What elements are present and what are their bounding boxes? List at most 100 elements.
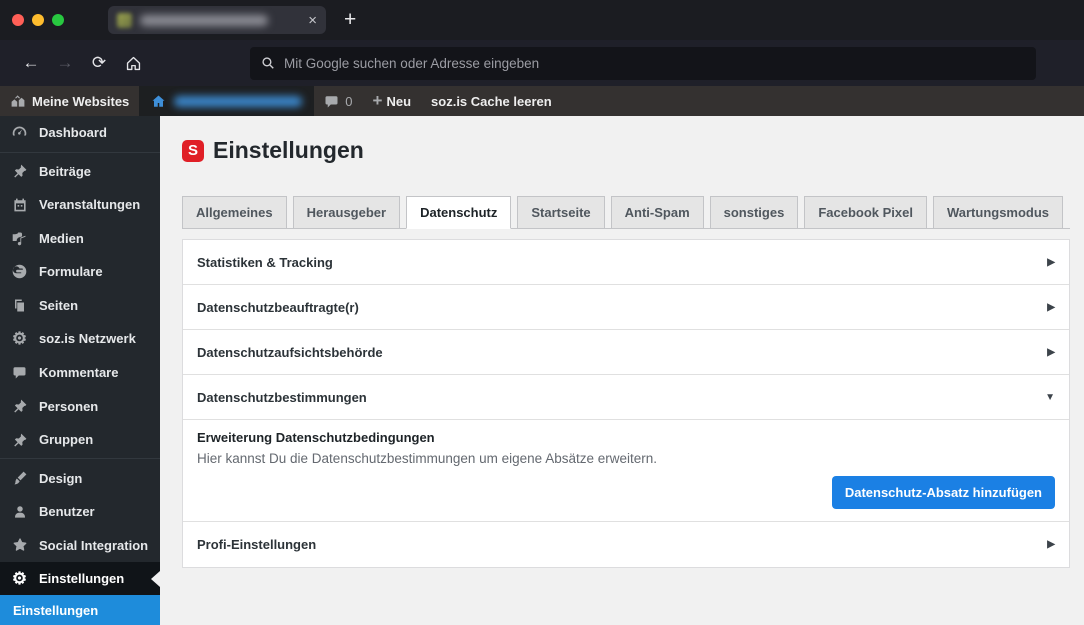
adminbar-comments[interactable]: 0 bbox=[314, 86, 362, 116]
home-icon[interactable] bbox=[116, 53, 150, 73]
sidebar-label: Einstellungen bbox=[39, 571, 124, 586]
tab-facebook-pixel[interactable]: Facebook Pixel bbox=[804, 196, 927, 229]
sidebar-item-seiten[interactable]: Seiten bbox=[0, 289, 160, 323]
sidebar-submenu-einstellungen[interactable]: Einstellungen bbox=[0, 595, 160, 625]
media-icon bbox=[9, 230, 30, 247]
tab-title-redacted bbox=[140, 15, 268, 26]
calendar-icon bbox=[9, 197, 30, 213]
sozis-logo-icon: S bbox=[182, 140, 204, 162]
workspace: Dashboard Beiträge Veranstaltungen Medie… bbox=[0, 116, 1084, 625]
pin-icon bbox=[9, 432, 30, 448]
close-window-button[interactable] bbox=[12, 14, 24, 26]
tab-allgemeines[interactable]: Allgemeines bbox=[182, 196, 287, 229]
panel-heading: Erweiterung Datenschutzbedingungen bbox=[197, 430, 1055, 445]
address-bar[interactable] bbox=[250, 47, 1036, 80]
reload-icon[interactable]: ⟳ bbox=[82, 53, 116, 73]
accordion-profi-einstellungen[interactable]: Profi-Einstellungen ▶ bbox=[183, 522, 1069, 567]
accordion-datenschutzaufsichtsbehoerde[interactable]: Datenschutzaufsichtsbehörde ▶ bbox=[183, 330, 1069, 375]
tab-sonstiges[interactable]: sonstiges bbox=[710, 196, 799, 229]
chevron-down-icon: ▼ bbox=[1045, 392, 1055, 403]
tab-datenschutz[interactable]: Datenschutz bbox=[406, 196, 511, 229]
page-title: Einstellungen bbox=[213, 137, 364, 164]
gear-icon: ⚙ bbox=[9, 330, 30, 347]
pin-icon bbox=[9, 163, 30, 179]
url-input[interactable] bbox=[284, 56, 1025, 71]
chevron-right-icon: ▶ bbox=[1047, 302, 1055, 313]
sidebar-separator bbox=[0, 458, 160, 459]
sidebar-label: Kommentare bbox=[39, 365, 118, 380]
tab-startseite[interactable]: Startseite bbox=[517, 196, 604, 229]
browser-titlebar: × + bbox=[0, 0, 1084, 40]
minimize-window-button[interactable] bbox=[32, 14, 44, 26]
chevron-right-icon: ▶ bbox=[1047, 257, 1055, 268]
section-title: Datenschutzbestimmungen bbox=[197, 390, 367, 405]
star-icon bbox=[9, 537, 30, 553]
my-sites-label: Meine Websites bbox=[32, 94, 129, 109]
datenschutzbestimmungen-panel: Erweiterung Datenschutzbedingungen Hier … bbox=[183, 420, 1069, 522]
sidebar-item-formulare[interactable]: Formulare bbox=[0, 255, 160, 289]
browser-tab[interactable]: × bbox=[108, 6, 326, 34]
adminbar-cache-clear[interactable]: soz.is Cache leeren bbox=[421, 86, 562, 116]
add-datenschutz-absatz-button[interactable]: Datenschutz-Absatz hinzufügen bbox=[832, 476, 1055, 509]
sidebar-item-kommentare[interactable]: Kommentare bbox=[0, 356, 160, 390]
adminbar-site-name[interactable] bbox=[139, 86, 314, 116]
zoom-window-button[interactable] bbox=[52, 14, 64, 26]
current-menu-arrow bbox=[151, 571, 160, 587]
user-icon bbox=[9, 504, 30, 520]
sidebar-item-einstellungen[interactable]: ⚙ Einstellungen bbox=[0, 562, 160, 596]
sidebar-item-gruppen[interactable]: Gruppen bbox=[0, 423, 160, 457]
pin-icon bbox=[9, 398, 30, 414]
site-name-redacted bbox=[174, 96, 302, 107]
new-tab-button[interactable]: + bbox=[344, 8, 356, 32]
sidebar-label: Benutzer bbox=[39, 504, 95, 519]
tab-wartungsmodus[interactable]: Wartungsmodus bbox=[933, 196, 1063, 229]
sidebar-item-sozis-netzwerk[interactable]: ⚙ soz.is Netzwerk bbox=[0, 322, 160, 356]
tab-anti-spam[interactable]: Anti-Spam bbox=[611, 196, 704, 229]
section-title: Profi-Einstellungen bbox=[197, 537, 316, 552]
accordion-datenschutzbestimmungen[interactable]: Datenschutzbestimmungen ▼ bbox=[183, 375, 1069, 420]
tab-herausgeber[interactable]: Herausgeber bbox=[293, 196, 400, 229]
accordion-datenschutzbeauftragte[interactable]: Datenschutzbeauftragte(r) ▶ bbox=[183, 285, 1069, 330]
adminbar-my-sites[interactable]: Meine Websites bbox=[0, 86, 139, 116]
sidebar-item-personen[interactable]: Personen bbox=[0, 389, 160, 423]
sidebar-item-beitraege[interactable]: Beiträge bbox=[0, 155, 160, 189]
browser-toolbar: ← → ⟳ bbox=[0, 40, 1084, 86]
window-controls bbox=[12, 14, 64, 26]
multisite-icon bbox=[10, 93, 26, 109]
sidebar-label: Social Integration bbox=[39, 538, 148, 553]
sidebar-label: Seiten bbox=[39, 298, 78, 313]
forms-icon bbox=[9, 263, 30, 280]
home-site-icon bbox=[151, 94, 166, 109]
panel-description: Hier kannst Du die Datenschutzbestimmung… bbox=[197, 451, 1055, 466]
sidebar-label: soz.is Netzwerk bbox=[39, 331, 136, 346]
admin-content: S Einstellungen Allgemeines Herausgeber … bbox=[160, 116, 1084, 625]
sidebar-label: Veranstaltungen bbox=[39, 197, 140, 212]
chevron-right-icon: ▶ bbox=[1047, 539, 1055, 550]
sidebar-label: Personen bbox=[39, 399, 98, 414]
accordion-statistiken-tracking[interactable]: Statistiken & Tracking ▶ bbox=[183, 240, 1069, 285]
chevron-right-icon: ▶ bbox=[1047, 347, 1055, 358]
tab-favicon bbox=[117, 13, 132, 28]
sidebar-item-medien[interactable]: Medien bbox=[0, 222, 160, 256]
panel-button-row: Datenschutz-Absatz hinzufügen bbox=[197, 476, 1055, 509]
sidebar-item-veranstaltungen[interactable]: Veranstaltungen bbox=[0, 188, 160, 222]
back-icon[interactable]: ← bbox=[14, 53, 48, 73]
settings-tabs: Allgemeines Herausgeber Datenschutz Star… bbox=[182, 196, 1070, 229]
adminbar-new[interactable]: + Neu bbox=[363, 86, 422, 116]
sidebar-label: Dashboard bbox=[39, 125, 107, 140]
cache-clear-label: soz.is Cache leeren bbox=[431, 94, 552, 109]
sidebar-separator bbox=[0, 152, 160, 153]
sidebar-item-design[interactable]: Design bbox=[0, 461, 160, 495]
plus-icon: + bbox=[373, 91, 383, 111]
tab-close-icon[interactable]: × bbox=[308, 13, 317, 28]
section-title: Datenschutzbeauftragte(r) bbox=[197, 300, 359, 315]
sidebar-item-social-integration[interactable]: Social Integration bbox=[0, 528, 160, 562]
sidebar-item-benutzer[interactable]: Benutzer bbox=[0, 495, 160, 529]
section-title: Datenschutzaufsichtsbehörde bbox=[197, 345, 383, 360]
page-head: S Einstellungen bbox=[182, 137, 1084, 164]
sidebar-label: Beiträge bbox=[39, 164, 91, 179]
gear-icon: ⚙ bbox=[9, 570, 30, 587]
settings-accordion: Statistiken & Tracking ▶ Datenschutzbeau… bbox=[182, 239, 1070, 568]
pages-icon bbox=[9, 298, 30, 313]
sidebar-item-dashboard[interactable]: Dashboard bbox=[0, 116, 160, 150]
